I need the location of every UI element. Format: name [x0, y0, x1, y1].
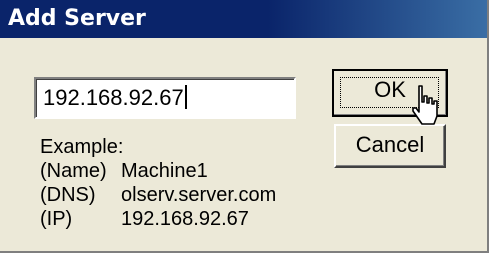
dialog-title: Add Server — [8, 6, 146, 31]
example-row-name: (Name) Machine1 — [40, 159, 276, 183]
cancel-button-label: Cancel — [355, 132, 425, 157]
example-key: (Name) — [40, 160, 107, 182]
cancel-button[interactable]: Cancel — [334, 124, 446, 168]
example-heading: Example: — [40, 136, 124, 158]
example-row-dns: (DNS) olserv.server.com — [40, 183, 276, 207]
example-section: Example: (Name) Machine1 (DNS) olserv.serv… — [40, 135, 276, 231]
example-value: olserv.server.com — [121, 184, 277, 206]
dialog-title-bar[interactable]: Add Server — [0, 0, 487, 38]
hand-pointer-icon — [412, 85, 438, 125]
example-row-ip: (IP) 192.168.92.67 — [40, 207, 276, 231]
text-caret — [184, 85, 187, 109]
server-address-value: 192.168.92.67 — [43, 85, 184, 110]
example-value: 192.168.92.67 — [121, 208, 249, 230]
example-key: (DNS) — [40, 184, 96, 206]
server-address-input[interactable]: 192.168.92.67 — [34, 77, 296, 119]
example-value: Machine1 — [121, 160, 208, 182]
example-key: (IP) — [40, 208, 73, 230]
